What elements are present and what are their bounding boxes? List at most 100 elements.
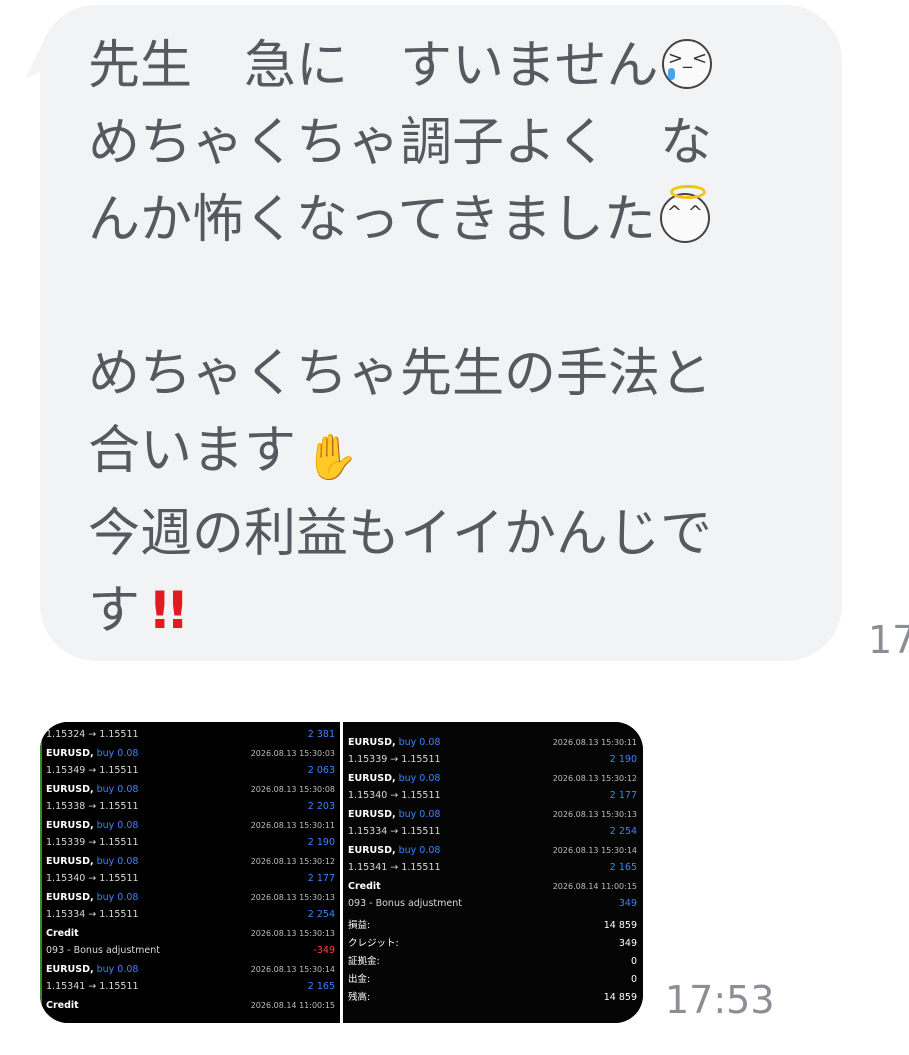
trade-time: 2026.08.13 15:30:12 — [552, 774, 637, 783]
summary-value: 14 859 — [603, 920, 637, 931]
trade-prices: 1.15338 → 1.15511 — [46, 801, 139, 812]
trade-detail-row: 1.15324 → 1.15511 2 381 — [46, 728, 335, 742]
trade-symbol: EURUSD, buy 0.08 — [348, 808, 440, 822]
trade-header-row: EURUSD, buy 0.08 2026.08.13 15:30:14 — [348, 844, 637, 858]
trade-profit: 2 177 — [307, 873, 335, 884]
trade-detail-row: 1.15339 → 1.15511 2 190 — [46, 836, 335, 850]
trade-profit: 2 254 — [609, 826, 637, 837]
trade-header-row: EURUSD, buy 0.08 2026.08.13 15:30:11 — [46, 819, 335, 833]
symbol-text: EURUSD, — [46, 856, 94, 867]
trade-time: 2026.08.13 15:30:13 — [552, 810, 637, 819]
msg-line-6: 合います — [88, 421, 297, 481]
trade-profit: 2 203 — [307, 801, 335, 812]
trade-header-row: EURUSD, buy 0.08 2026.08.13 15:30:12 — [46, 855, 335, 869]
trade-symbol: Credit — [46, 927, 79, 941]
symbol-text: EURUSD, — [46, 892, 94, 903]
order-type: buy 0.08 — [96, 964, 139, 975]
trade-detail-row: 093 - Bonus adjustment 349 — [348, 897, 637, 911]
trade-time: 2026.08.14 11:00:15 — [250, 1001, 335, 1010]
trade-symbol: EURUSD, buy 0.08 — [46, 963, 138, 977]
trade-time: 2026.08.13 15:30:11 — [250, 821, 335, 830]
order-type: buy 0.08 — [96, 820, 139, 831]
trade-history-right: EURUSD, buy 0.08 2026.08.13 15:30:11 1.153… — [344, 722, 643, 1023]
trade-prices: 093 - Bonus adjustment — [46, 945, 160, 956]
trade-symbol: Credit — [348, 880, 381, 894]
trade-detail-row: 1.15338 → 1.15511 2 203 — [46, 800, 335, 814]
msg-line-5: めちゃくちゃ先生の手法と — [88, 344, 713, 404]
trade-history-left: 1.15324 → 1.15511 2 381 EURUSD, buy 0.08 20… — [40, 722, 341, 1023]
trade-symbol: EURUSD, buy 0.08 — [348, 736, 440, 750]
trade-detail-row: 1.15334 → 1.15511 2 254 — [46, 908, 335, 922]
trade-profit: 2 165 — [307, 981, 335, 992]
trade-prices: 1.15339 → 1.15511 — [348, 754, 441, 765]
trade-prices: 1.15339 → 1.15511 — [46, 837, 139, 848]
trade-profit: 2 254 — [307, 909, 335, 920]
summary-value: 349 — [618, 938, 637, 949]
order-type: buy 0.08 — [398, 737, 441, 748]
image-divider — [340, 722, 343, 1023]
trade-header-row — [46, 722, 335, 725]
trade-prices: 1.15334 → 1.15511 — [348, 826, 441, 837]
screenshot-image[interactable]: 1.15324 → 1.15511 2 381 EURUSD, buy 0.08 20… — [40, 722, 643, 1023]
trade-profit: -349 — [313, 945, 335, 956]
symbol-text: EURUSD, — [348, 737, 396, 748]
trade-profit: 2 190 — [307, 837, 335, 848]
trade-profit: 2 177 — [609, 790, 637, 801]
trade-symbol: EURUSD, buy 0.08 — [46, 783, 138, 797]
symbol-text: EURUSD, — [46, 820, 94, 831]
trade-time: 2026.08.13 15:30:08 — [250, 785, 335, 794]
summary-value: 0 — [630, 956, 637, 967]
symbol-text: EURUSD, — [348, 845, 396, 856]
trade-header-row: EURUSD, buy 0.08 2026.08.13 15:30:12 — [348, 772, 637, 786]
trade-detail-row: 1.15340 → 1.15511 2 177 — [348, 789, 637, 803]
trade-detail-row: 1.15334 → 1.15511 2 254 — [348, 825, 637, 839]
summary-label: 残高: — [348, 992, 371, 1003]
trade-header-row: EURUSD, buy 0.08 2026.08.13 15:30:13 — [348, 808, 637, 822]
trade-prices: 1.15349 → 1.15511 — [46, 765, 139, 776]
msg-line-1: 先生 急に すいません — [88, 36, 659, 96]
trade-time: 2026.08.13 15:30:03 — [250, 749, 335, 758]
msg-line-8: す — [88, 581, 141, 641]
trade-header-row: EURUSD, buy 0.08 2026.08.13 15:30:13 — [46, 891, 335, 905]
trade-prices: 093 - Bonus adjustment — [348, 898, 462, 909]
trade-profit: 2 190 — [609, 754, 637, 765]
trade-profit: 2 381 — [307, 729, 335, 740]
trade-header-row: EURUSD, buy 0.08 2026.08.13 15:30:08 — [46, 783, 335, 797]
trade-symbol: EURUSD, buy 0.08 — [46, 819, 138, 833]
trade-symbol: EURUSD, buy 0.08 — [46, 855, 138, 869]
symbol-text: Credit — [46, 928, 79, 939]
trade-prices: 1.15340 → 1.15511 — [46, 873, 139, 884]
trade-prices: 1.15341 → 1.15511 — [46, 981, 139, 992]
trade-profit: 2 165 — [609, 862, 637, 873]
message-text: 先生 急に すいません >_< めちゃくちゃ調子よく な んか怖くなってきました ^… — [88, 28, 788, 650]
trade-prices: 1.15334 → 1.15511 — [46, 909, 139, 920]
summary-value: 14 859 — [603, 992, 637, 1003]
trade-time: 2026.08.14 11:00:15 — [552, 882, 637, 891]
trade-time: 2026.08.13 15:30:11 — [552, 738, 637, 747]
order-type: buy 0.08 — [96, 784, 139, 795]
crying-face-icon: >_< — [662, 39, 713, 89]
trade-detail-row: 1.15341 → 1.15511 2 165 — [46, 980, 335, 994]
trade-symbol: EURUSD, buy 0.08 — [46, 747, 138, 761]
trade-detail-row — [46, 1016, 335, 1023]
trade-detail-row: 1.15340 → 1.15511 2 177 — [46, 872, 335, 886]
msg-line-2: めちゃくちゃ調子よく な — [88, 113, 713, 173]
order-type: buy 0.08 — [96, 892, 139, 903]
trade-time: 2026.08.13 15:30:13 — [250, 929, 335, 938]
trade-prices: 1.15341 → 1.15511 — [348, 862, 441, 873]
order-type: buy 0.08 — [398, 845, 441, 856]
symbol-text: EURUSD, — [46, 784, 94, 795]
order-type: buy 0.08 — [398, 809, 441, 820]
summary-value: 0 — [630, 974, 637, 985]
symbol-text: EURUSD, — [348, 773, 396, 784]
trade-profit: 349 — [618, 898, 637, 909]
ok-hand-icon: ✋ — [304, 432, 359, 483]
summary-row: 損益: 14 859 — [348, 919, 637, 933]
summary-row: 出金: 0 — [348, 973, 637, 987]
trade-symbol: EURUSD, buy 0.08 — [348, 772, 440, 786]
symbol-text: Credit — [348, 881, 381, 892]
summary-label: 証拠金: — [348, 956, 380, 967]
trade-detail-row: 1.15341 → 1.15511 2 165 — [348, 861, 637, 875]
trade-header-row: Credit 2026.08.13 15:30:13 — [46, 927, 335, 941]
summary-row: クレジット: 349 — [348, 937, 637, 951]
